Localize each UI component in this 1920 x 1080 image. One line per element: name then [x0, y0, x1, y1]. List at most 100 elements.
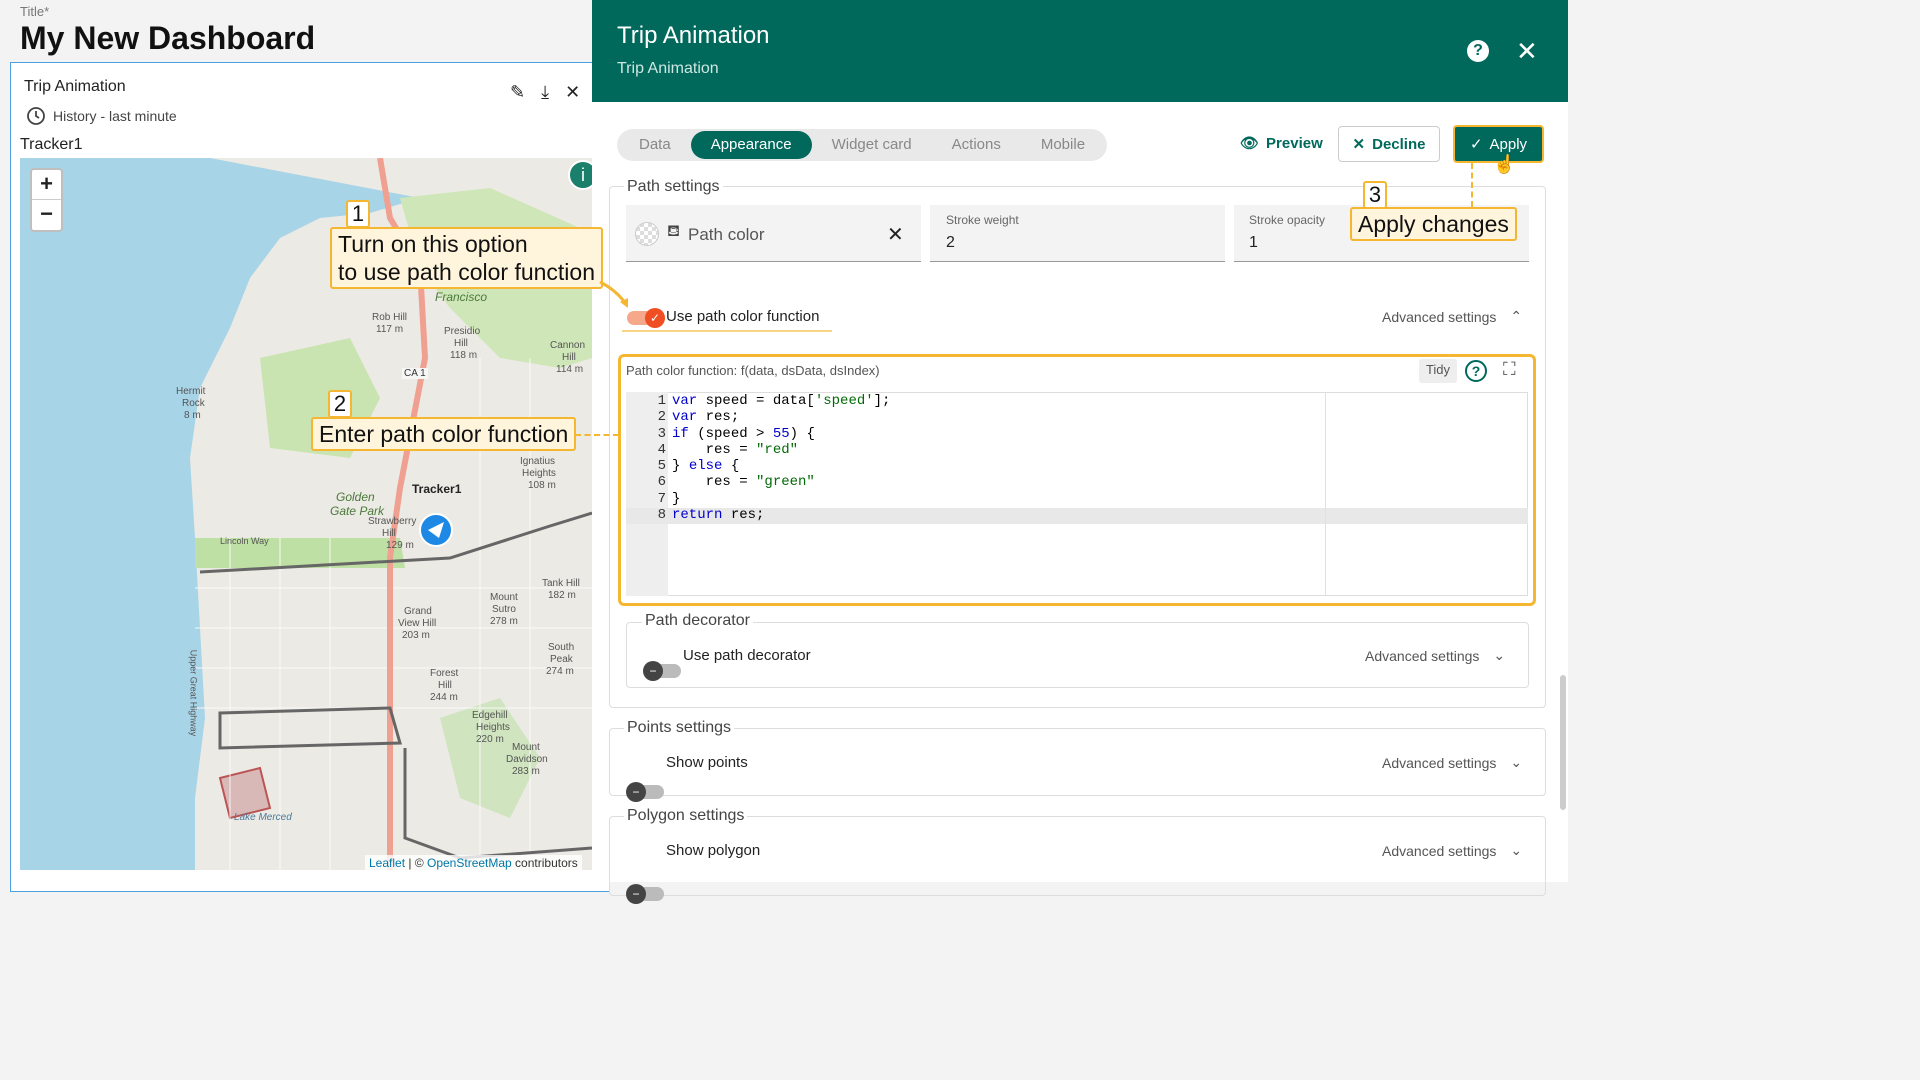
help-icon[interactable]: ?: [1467, 40, 1489, 62]
advanced-settings-toggle[interactable]: Advanced settings ⌄: [1382, 842, 1522, 859]
advanced-settings-toggle[interactable]: Advanced settings ⌄: [1365, 647, 1505, 664]
line-number: 8: [657, 507, 666, 524]
code-line: if (speed > 55) {: [672, 425, 815, 442]
map-attribution: Leaflet | © OpenStreetMap contributors: [365, 855, 582, 871]
callout-number: 2: [328, 390, 352, 418]
zoom-in-button[interactable]: +: [32, 170, 61, 200]
tab-appearance[interactable]: Appearance: [690, 131, 812, 159]
tab-widget-card[interactable]: Widget card: [812, 131, 932, 159]
map-place-label: Rock: [182, 398, 205, 409]
line-number: 1: [657, 393, 666, 409]
map-place-label: Hill: [454, 338, 468, 349]
color-swatch-icon[interactable]: [635, 222, 659, 246]
map-place-label: Lake Merced: [234, 812, 292, 823]
stroke-weight-value[interactable]: 2: [946, 234, 955, 252]
map-place-label: 220 m: [476, 734, 504, 745]
map-place-label: Edgehill: [472, 710, 508, 721]
dashboard-title[interactable]: My New Dashboard: [20, 20, 315, 57]
eye-icon: 👁: [1240, 135, 1260, 152]
map-place-label: 203 m: [402, 630, 430, 641]
show-points-toggle[interactable]: −: [626, 782, 664, 802]
decline-button[interactable]: ✕ Decline: [1338, 126, 1440, 162]
preview-button[interactable]: 👁 Preview: [1240, 134, 1323, 153]
tab-data[interactable]: Data: [619, 131, 691, 159]
map-place-label: 274 m: [546, 666, 574, 677]
close-icon[interactable]: ✕: [565, 82, 580, 103]
stroke-weight-label: Stroke weight: [946, 213, 1019, 227]
minus-icon: −: [626, 884, 646, 904]
map-place-label: 244 m: [430, 692, 458, 703]
map-zoom-control: + −: [30, 168, 63, 232]
help-icon[interactable]: ?: [1465, 360, 1487, 382]
map-place-label: Hill: [382, 528, 396, 539]
code-line: res = "green": [672, 474, 815, 491]
osm-link[interactable]: OpenStreetMap: [427, 856, 512, 870]
decline-label: Decline: [1372, 135, 1426, 153]
line-number: 4: [657, 441, 666, 458]
map-place-label: Upper Great Highway: [188, 649, 199, 737]
clear-icon[interactable]: ✕: [887, 222, 904, 247]
close-icon[interactable]: ✕: [1516, 36, 1538, 67]
advanced-settings-label: Advanced settings: [1382, 308, 1497, 325]
tidy-button[interactable]: Tidy: [1419, 359, 1457, 383]
map-place-label: Hill: [562, 352, 576, 363]
map-place-label: 182 m: [548, 590, 576, 601]
code-content: var speed = data['speed']; var res; if (…: [672, 393, 890, 523]
callout-apply-changes: Apply changes: [1350, 207, 1517, 241]
chevron-down-icon: ⌄: [1493, 647, 1506, 663]
panel-subtitle: Trip Animation: [617, 60, 719, 77]
line-number: 6: [657, 474, 666, 491]
tab-actions[interactable]: Actions: [932, 131, 1021, 159]
highlight-underline: [622, 330, 832, 332]
print-margin: [1325, 392, 1326, 596]
widget-actions: ✎ ⤓ ✕: [510, 82, 580, 103]
use-path-decorator-toggle[interactable]: −: [643, 661, 681, 681]
code-line: var res;: [672, 409, 740, 426]
use-path-color-function-toggle[interactable]: ✓: [627, 308, 665, 328]
line-number: 5: [657, 458, 666, 475]
map-place-label: Strawberry: [368, 516, 417, 527]
download-icon[interactable]: ⤓: [541, 82, 549, 103]
callout-arrow: [599, 280, 628, 308]
advanced-settings-toggle[interactable]: Advanced settings ⌃: [1382, 308, 1522, 325]
widget-timewindow[interactable]: History - last minute: [26, 106, 177, 126]
panel-title: Trip Animation: [617, 22, 770, 49]
map-place-label: Heights: [522, 468, 556, 479]
path-decorator-legend: Path decorator: [642, 612, 753, 630]
check-icon: ✓: [1469, 136, 1483, 153]
chevron-down-icon: ⌄: [1510, 754, 1523, 770]
show-polygon-toggle[interactable]: −: [626, 884, 664, 904]
stroke-opacity-value[interactable]: 1: [1249, 234, 1258, 252]
map-place-label: Forest: [430, 668, 459, 679]
map-place-label: 117 m: [376, 324, 404, 335]
edit-icon[interactable]: ✎: [510, 82, 525, 103]
map-place-label: Grand: [404, 606, 432, 617]
code-line: res = "red": [672, 441, 799, 458]
map-place-label: Hermit: [176, 386, 206, 397]
stroke-opacity-label: Stroke opacity: [1249, 213, 1326, 227]
code-line: }: [672, 490, 681, 507]
attribution-tail: contributors: [511, 856, 578, 870]
map-place-label: Lincoln Way: [220, 536, 269, 546]
line-number: 2: [657, 409, 666, 426]
tab-mobile[interactable]: Mobile: [1021, 131, 1105, 159]
zoom-out-button[interactable]: −: [32, 200, 61, 230]
advanced-settings-toggle[interactable]: Advanced settings ⌄: [1382, 754, 1522, 771]
map-place-label: Davidson: [506, 754, 548, 765]
leaflet-link[interactable]: Leaflet: [369, 856, 405, 870]
map-place-label: Hill: [438, 680, 452, 691]
advanced-settings-label: Advanced settings: [1382, 754, 1497, 771]
callout-connector: [575, 434, 619, 436]
map-place-label: 118 m: [450, 350, 478, 361]
fullscreen-icon[interactable]: ⛶: [1503, 359, 1516, 380]
check-icon: ✓: [645, 308, 665, 328]
minus-icon: −: [643, 661, 663, 681]
function-label: Path color function: f(data, dsData, dsI…: [626, 363, 880, 378]
chevron-up-icon: ⌃: [1510, 308, 1523, 324]
settings-tabs: Data Appearance Widget card Actions Mobi…: [617, 129, 1107, 161]
timewindow-label: History - last minute: [53, 108, 177, 124]
map-place-label: Presidio: [444, 326, 481, 337]
map-place-label: CA 1: [402, 368, 428, 379]
panel-scrollbar[interactable]: [1560, 675, 1566, 810]
line-numbers: 1 2 3 4 5 6 7 8: [630, 393, 666, 523]
